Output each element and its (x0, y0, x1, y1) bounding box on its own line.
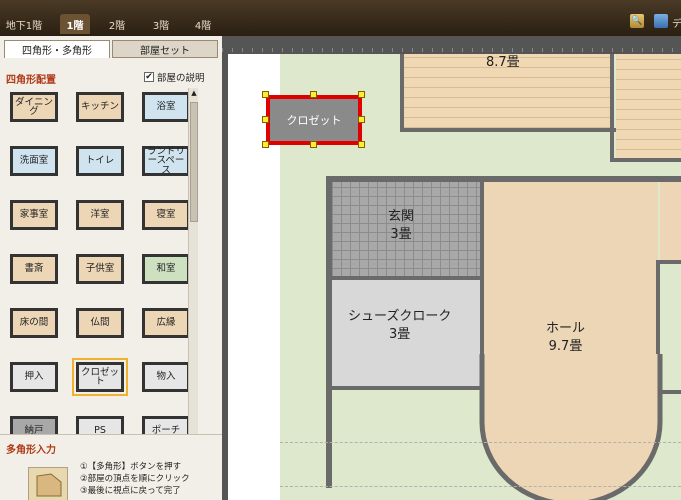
room-button-grid: ダイニング キッチン 浴室洗面室 トイレ ランドリースペース家事室 洋室 寝室書斎 子供室 和室… (6, 88, 202, 468)
floor-tab-basement[interactable]: 地下1階 (4, 14, 44, 34)
room-button[interactable]: ダイニング (10, 92, 58, 122)
resize-handle[interactable] (358, 141, 365, 148)
resize-handle[interactable] (358, 116, 365, 123)
room-button[interactable]: 押入 (10, 362, 58, 392)
room-label-shoe-closet: シューズクローク 3畳 (348, 308, 451, 343)
wall (610, 54, 614, 162)
selected-closet-label: クロゼット (286, 114, 342, 127)
panel-tabs: 四角形・多角形 部屋セット (4, 40, 218, 58)
checkbox-icon[interactable]: ✔ (144, 72, 154, 82)
resize-handle[interactable] (262, 141, 269, 148)
floor-tab-4f[interactable]: 4階 (188, 14, 218, 34)
wall (332, 386, 482, 390)
room-button[interactable]: クロゼット (72, 358, 128, 396)
guide-line (280, 486, 681, 487)
guide-line (280, 442, 681, 443)
floor-tab-3f[interactable]: 3階 (146, 14, 176, 34)
polygon-icon (36, 473, 62, 497)
shoe-closet-area: 3畳 (389, 326, 411, 342)
floor-tab-1f[interactable]: 1階 (60, 14, 90, 34)
section-rect-title: 四角形配置 (6, 75, 56, 86)
hall-area: 9.7畳 (548, 338, 583, 354)
resize-handle[interactable] (310, 91, 317, 98)
floor-toolbar: 地下1階 1階 2階 3階 4階 🔍 デ (0, 0, 681, 36)
magnifier-icon[interactable]: 🔍 (630, 14, 644, 28)
room-button[interactable]: 床の間 (10, 308, 58, 338)
room-button[interactable]: キッチン (76, 92, 124, 122)
hall-floor-right (660, 182, 681, 264)
scroll-up-icon[interactable]: ▲ (190, 88, 198, 98)
resize-handle[interactable] (262, 91, 269, 98)
room-label-genkan: 玄関 3畳 (388, 208, 414, 243)
room-button[interactable]: 家事室 (10, 200, 58, 230)
room-button[interactable]: 寝室 (142, 200, 190, 230)
panel-scrollbar[interactable]: ▲ ▼ (188, 88, 198, 466)
room-button[interactable]: 和室 (142, 254, 190, 284)
show-desc-checkbox[interactable]: ✔ 部屋の説明 (144, 70, 205, 84)
room-button[interactable]: 洗面室 (10, 146, 58, 176)
wall (332, 276, 482, 280)
wall (610, 158, 681, 162)
selected-closet-room[interactable]: クロゼット (266, 95, 362, 145)
room-button[interactable]: 浴室 (142, 92, 190, 122)
room-button[interactable]: ランドリースペース (142, 146, 190, 176)
tab-room-set[interactable]: 部屋セット (112, 40, 218, 58)
floor-tab-2f[interactable]: 2階 (102, 14, 132, 34)
save-icon[interactable] (654, 14, 668, 28)
wall (656, 260, 681, 264)
upper-right-floor (616, 54, 681, 160)
shoe-closet-name: シューズクローク (348, 309, 452, 324)
room-label-top: 8.7畳 (486, 55, 520, 70)
polygon-button[interactable] (28, 467, 68, 500)
tab-rect-poly[interactable]: 四角形・多角形 (4, 40, 110, 58)
hall-bay-curve (479, 354, 663, 500)
resize-handle[interactable] (262, 116, 269, 123)
room-button[interactable]: 子供室 (76, 254, 124, 284)
resize-handle[interactable] (310, 141, 317, 148)
wall (400, 128, 616, 132)
genkan-name: 玄関 (388, 209, 415, 224)
room-button[interactable]: 広縁 (142, 308, 190, 338)
room-button[interactable]: トイレ (76, 146, 124, 176)
poly-step-3: ③最後に視点に戻って完了 (80, 486, 181, 496)
hall-name: ホール (546, 321, 586, 336)
plan-area[interactable]: 8.7畳 玄関 3畳 シューズクローク 3畳 ホール 9.7畳 クロゼット (228, 54, 681, 500)
show-desc-label: 部屋の説明 (157, 73, 205, 84)
wall (400, 54, 404, 132)
poly-step-1: ①【多角形】ボタンを押す (80, 462, 182, 472)
genkan-area: 3畳 (390, 226, 412, 242)
polygon-input-section: 多角形入力 ①【多角形】ボタンを押す ②部屋の頂点を順にクリック ③最後に視点に… (0, 434, 222, 500)
scrollbar-thumb[interactable] (190, 102, 198, 222)
toolbar-label: デ (672, 19, 681, 30)
section-poly-title: 多角形入力 (6, 445, 56, 456)
top-ruler (222, 36, 681, 54)
room-button[interactable]: 書斎 (10, 254, 58, 284)
room-button[interactable]: 洋室 (76, 200, 124, 230)
floor-plan-canvas[interactable]: 8.7畳 玄関 3畳 シューズクローク 3畳 ホール 9.7畳 クロゼット (222, 36, 681, 500)
room-label-hall: ホール 9.7畳 (546, 320, 585, 355)
room-button[interactable]: 仏間 (76, 308, 124, 338)
room-button[interactable]: 物入 (142, 362, 190, 392)
left-panel: 四角形・多角形 部屋セット 四角形配置 ✔ 部屋の説明 ダイニング キッチン 浴室洗… (0, 36, 222, 500)
poly-step-2: ②部屋の頂点を順にクリック (80, 474, 190, 484)
resize-handle[interactable] (358, 91, 365, 98)
